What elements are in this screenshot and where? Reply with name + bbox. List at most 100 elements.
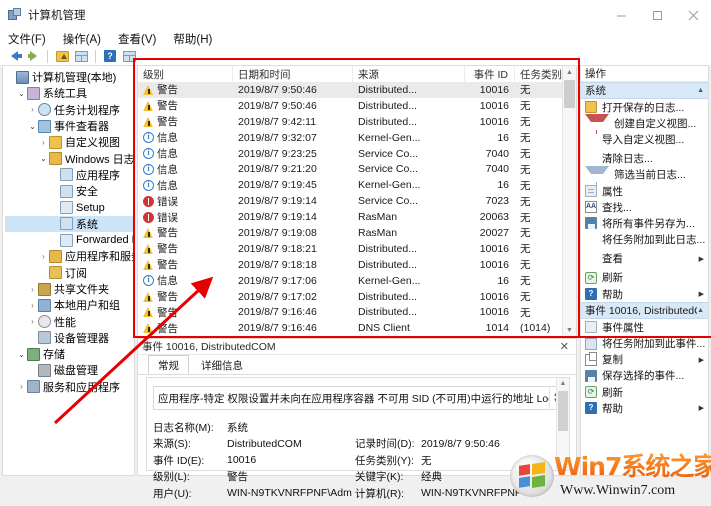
tree-item-16[interactable]: 设备管理器: [5, 330, 134, 346]
table-row[interactable]: 警告 2019/8/7 9:18:18 Distributed... 10016 无: [138, 257, 576, 273]
detail-scroll-thumb[interactable]: [558, 391, 568, 431]
actions-group-header-0[interactable]: 系统 ▲: [581, 82, 708, 99]
action-item-0-9[interactable]: 将任务附加到此日志...: [581, 232, 708, 248]
action-item-1-4[interactable]: ⟳ 刷新: [581, 384, 708, 400]
menu-item-0[interactable]: 文件(F): [8, 30, 54, 48]
column-header-2[interactable]: 来源: [353, 66, 465, 82]
action-item-0-14[interactable]: ? 帮助 ▶: [581, 286, 708, 302]
chevron-down-icon[interactable]: ⌄: [38, 154, 49, 163]
actions-group-name: 系统: [585, 85, 606, 97]
cell-level-text: 警告: [157, 322, 178, 335]
tree-item-12[interactable]: 订阅: [5, 265, 134, 281]
action-item-0-5[interactable]: 筛选当前日志...: [581, 165, 708, 186]
tab-0[interactable]: 常规: [148, 355, 189, 375]
column-header-1[interactable]: 日期和时间: [233, 66, 353, 82]
maximize-button[interactable]: [639, 0, 675, 30]
table-row[interactable]: i 信息 2019/8/7 9:19:45 Kernel-Gen... 16 无: [138, 177, 576, 193]
cell-task: 无: [520, 163, 531, 176]
menu-item-1[interactable]: 操作(A): [63, 30, 109, 48]
tree-item-1[interactable]: ⌄ 系统工具: [5, 85, 134, 101]
chevron-right-icon[interactable]: ›: [38, 252, 49, 261]
action-item-1-3[interactable]: 保存选择的事件...: [581, 368, 708, 384]
tree-item-7[interactable]: 安全: [5, 183, 134, 199]
chevron-right-icon[interactable]: ›: [27, 317, 38, 326]
detail-scroll-up-icon[interactable]: ▲: [557, 378, 569, 390]
chevron-down-icon[interactable]: ⌄: [27, 122, 38, 131]
menu-item-3[interactable]: 帮助(H): [173, 30, 220, 48]
action-item-0-11[interactable]: 查看 ▶: [581, 251, 708, 267]
tree-item-9[interactable]: 系统: [5, 215, 134, 232]
action-item-0-13[interactable]: ⟳ 刷新: [581, 270, 708, 286]
chevron-right-icon[interactable]: ›: [27, 285, 38, 294]
tree-item-11[interactable]: › 应用程序和服务日志: [5, 248, 134, 264]
collapse-caret-icon[interactable]: ▲: [697, 87, 704, 94]
table-row[interactable]: 警告 2019/8/7 9:50:46 Distributed... 10016 无: [138, 82, 576, 98]
tree-item-8[interactable]: Setup: [5, 199, 134, 215]
table-row[interactable]: 警告 2019/8/7 9:42:11 Distributed... 10016 无: [138, 114, 576, 130]
table-row[interactable]: 警告 2019/8/7 9:17:02 Distributed... 10016 无: [138, 289, 576, 305]
chevron-down-icon[interactable]: ⌄: [16, 350, 27, 359]
tree-item-19[interactable]: › 服务和应用程序: [5, 379, 134, 395]
table-row[interactable]: 警告 2019/8/7 9:16:46 DNS Client 1014 (1014): [138, 320, 576, 336]
up-folder-icon[interactable]: [54, 48, 70, 64]
tree-item-6[interactable]: 应用程序: [5, 167, 134, 183]
tree-item-10[interactable]: Forwarded Eve: [5, 232, 134, 248]
show-hide-tree-icon[interactable]: [73, 48, 89, 64]
table-row[interactable]: 警告 2019/8/7 9:19:08 RasMan 20027 无: [138, 225, 576, 241]
column-header-0[interactable]: 级别: [138, 66, 233, 82]
close-button[interactable]: [675, 0, 711, 30]
tree-item-17[interactable]: ⌄ 存储: [5, 346, 134, 362]
tree-item-15[interactable]: › 性能: [5, 313, 134, 329]
column-header-4[interactable]: 任务类别: [515, 66, 564, 82]
action-item-1-2[interactable]: 复制 ▶: [581, 351, 708, 368]
detail-close-icon[interactable]: ✕: [557, 340, 572, 353]
tree-item-2[interactable]: › 任务计划程序: [5, 102, 134, 118]
collapse-caret-icon[interactable]: ▲: [697, 307, 704, 314]
event-list-scrollbar[interactable]: ▲ ▼: [562, 66, 576, 337]
back-icon[interactable]: [6, 48, 22, 64]
table-row[interactable]: i 信息 2019/8/7 9:32:07 Kernel-Gen... 16 无: [138, 130, 576, 146]
tree-item-0[interactable]: 计算机管理(本地): [5, 69, 134, 85]
table-row[interactable]: 错误 2019/8/7 9:19:14 RasMan 20063 无: [138, 209, 576, 225]
actions-pane-title: 操作: [581, 66, 708, 82]
forward-icon[interactable]: [25, 48, 41, 64]
table-row[interactable]: 警告 2019/8/7 9:16:46 Distributed... 10016 无: [138, 304, 576, 320]
tree-item-14[interactable]: › 本地用户和组: [5, 297, 134, 313]
column-header-3[interactable]: 事件 ID: [465, 66, 515, 82]
tab-1[interactable]: 详细信息: [191, 355, 253, 375]
menu-item-2[interactable]: 查看(V): [118, 30, 164, 48]
scroll-thumb[interactable]: [564, 80, 575, 108]
tree-item-5[interactable]: ⌄ Windows 日志: [5, 150, 134, 166]
tree-item-18[interactable]: 磁盘管理: [5, 362, 134, 378]
table-row[interactable]: 警告 2019/8/7 9:18:21 Distributed... 10016 无: [138, 241, 576, 257]
table-row[interactable]: i 信息 2019/8/7 9:23:25 Service Co... 7040 无: [138, 146, 576, 162]
action-item-0-7[interactable]: AA 查找...: [581, 199, 708, 215]
chevron-right-icon[interactable]: ›: [27, 105, 38, 114]
warning-icon: [143, 291, 154, 302]
actions-group-header-1[interactable]: 事件 10016, DistributedC...▲: [581, 302, 708, 320]
table-row[interactable]: i 信息 2019/8/7 9:17:06 Kernel-Gen... 16 无: [138, 273, 576, 289]
cell-source: Distributed...: [358, 290, 417, 303]
action-item-0-4[interactable]: 清除日志...: [581, 151, 708, 167]
scroll-down-icon[interactable]: ▼: [563, 324, 576, 337]
action-item-1-0[interactable]: 事件属性: [581, 319, 708, 335]
action-item-0-1[interactable]: 创建自定义视图...: [581, 114, 708, 135]
scroll-up-icon[interactable]: ▲: [563, 66, 576, 79]
tree-item-13[interactable]: › 共享文件夹: [5, 281, 134, 297]
action-item-1-1[interactable]: 将任务附加到此事件...: [581, 335, 708, 351]
chevron-right-icon[interactable]: ›: [38, 138, 49, 147]
action-item-0-8[interactable]: 将所有事件另存为...: [581, 215, 708, 231]
action-item-1-5[interactable]: ? 帮助 ▶: [581, 400, 708, 416]
chevron-right-icon[interactable]: ›: [16, 382, 27, 391]
chevron-down-icon[interactable]: ⌄: [16, 89, 27, 98]
chevron-right-icon[interactable]: ›: [27, 301, 38, 310]
table-row[interactable]: i 信息 2019/8/7 9:21:20 Service Co... 7040 无: [138, 161, 576, 177]
action-item-0-0[interactable]: 打开保存的日志...: [581, 99, 708, 115]
tree-item-3[interactable]: ⌄ 事件查看器: [5, 118, 134, 134]
tree-item-4[interactable]: › 自定义视图: [5, 134, 134, 150]
minimize-button[interactable]: [603, 0, 639, 30]
help-icon[interactable]: ?: [102, 48, 118, 64]
table-row[interactable]: 错误 2019/8/7 9:19:14 Service Co... 7023 无: [138, 193, 576, 209]
table-row[interactable]: 警告 2019/8/7 9:50:46 Distributed... 10016 无: [138, 98, 576, 114]
properties-grid-icon[interactable]: [121, 48, 137, 64]
